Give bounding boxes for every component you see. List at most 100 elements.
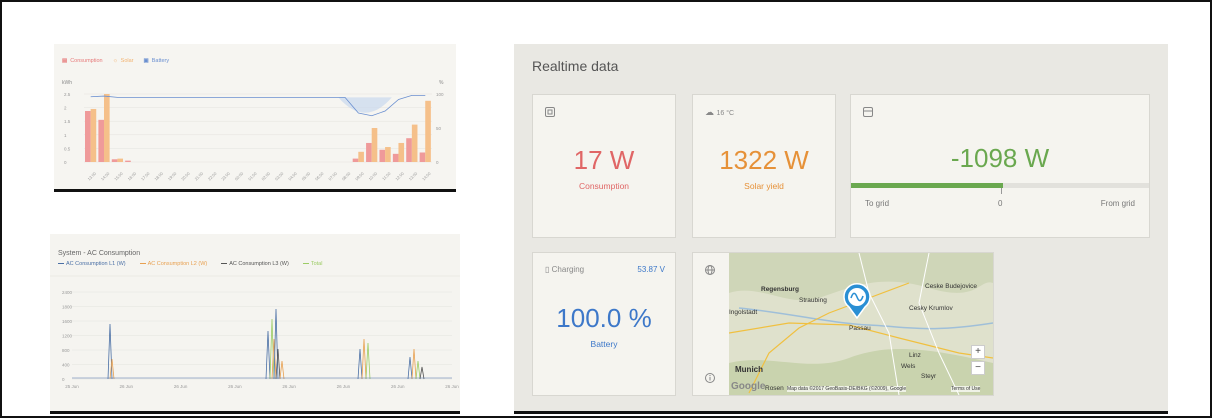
x-tick: 12:00 bbox=[394, 170, 405, 181]
consumption-spike bbox=[279, 360, 285, 380]
y-tick: 2400 bbox=[62, 290, 73, 295]
map-label-passau: Passau bbox=[849, 325, 871, 332]
plug-icon bbox=[545, 107, 555, 117]
consumption-bar bbox=[98, 119, 105, 162]
solar-label: Solar yield bbox=[744, 181, 784, 191]
grid-bar-zero-tick bbox=[1001, 188, 1002, 194]
battery-state: Charging bbox=[551, 265, 585, 274]
zoom-in-button[interactable]: + bbox=[971, 345, 985, 359]
x-tick: 04:00 bbox=[287, 170, 298, 181]
solar-bar bbox=[398, 142, 405, 162]
consumption-bar bbox=[125, 160, 131, 162]
ac-consumption-chart-panel: System - AC Consumption AC Consumption L… bbox=[50, 234, 460, 414]
y-tick-left: 2 bbox=[64, 106, 67, 111]
x-tick: 15:00 bbox=[113, 170, 124, 181]
y-tick-left: 2.5 bbox=[64, 92, 71, 97]
y-tick-left: 0 bbox=[64, 160, 67, 165]
battery-value: 100.0 % bbox=[556, 303, 652, 333]
x-tick: 26 Jun bbox=[174, 384, 188, 389]
x-tick: 23:00 bbox=[220, 170, 231, 181]
solar-bar bbox=[385, 147, 391, 162]
x-tick: 19:00 bbox=[167, 170, 178, 181]
x-tick: 06:00 bbox=[314, 170, 325, 181]
google-logo: Google bbox=[731, 381, 766, 392]
consumption-bar bbox=[419, 152, 426, 162]
y-tick-left: 1 bbox=[64, 133, 67, 138]
realtime-dashboard: Realtime data 17 W Consumption ☁ 16 °C 1… bbox=[514, 44, 1168, 414]
solar-bar bbox=[371, 128, 378, 162]
map-label-ingolstadt: Ingolstadt bbox=[729, 309, 758, 316]
y-tick-right: 50 bbox=[436, 126, 442, 131]
page-title: Realtime data bbox=[532, 58, 619, 74]
info-icon[interactable] bbox=[705, 373, 715, 383]
x-tick: 21:00 bbox=[194, 170, 205, 181]
consumption-value: 17 W bbox=[573, 145, 635, 175]
battery-card[interactable]: ▯ Charging 53.87 V 100.0 % Battery bbox=[532, 252, 676, 396]
x-tick: 10:00 bbox=[368, 170, 379, 181]
solar-bar bbox=[425, 100, 431, 162]
zoom-out-button[interactable]: − bbox=[971, 361, 985, 375]
x-tick: 26 Jun bbox=[391, 384, 405, 389]
x-tick: 26 Jun bbox=[228, 384, 242, 389]
consumption-spike bbox=[415, 360, 421, 380]
consumption-spike bbox=[361, 338, 367, 380]
consumption-spike bbox=[411, 348, 417, 380]
x-tick: 14:00 bbox=[421, 170, 432, 181]
x-tick: 02:00 bbox=[260, 170, 271, 181]
x-tick: 03:00 bbox=[274, 170, 285, 181]
map-label-straubing: Straubing bbox=[799, 297, 827, 304]
x-tick: 26 Jun bbox=[337, 384, 351, 389]
line-chart-svg: 2400 1800 1600 1200 800 400 025 Jun 26 Jun 26 Ju… bbox=[50, 275, 460, 389]
consumption-label: Consumption bbox=[578, 181, 630, 191]
battery-label: Battery bbox=[590, 339, 618, 349]
solar-value: 1322 W bbox=[719, 145, 809, 175]
consumption-spike bbox=[407, 356, 413, 380]
x-tick: 01:00 bbox=[247, 170, 258, 181]
location-pin-icon[interactable] bbox=[843, 283, 871, 324]
map-card: Regensburg Straubing Ingolstadt Passau M… bbox=[692, 252, 994, 396]
zero-label: 0 bbox=[998, 199, 1003, 208]
x-tick: 20:00 bbox=[180, 170, 191, 181]
x-tick: 22:00 bbox=[207, 170, 218, 181]
map-terms-link[interactable]: Terms of Use bbox=[951, 386, 981, 392]
y-tick-right: 0 bbox=[436, 160, 439, 165]
battery-range-area bbox=[338, 97, 392, 113]
x-tick: 14:00 bbox=[100, 170, 111, 181]
x-tick: 13:00 bbox=[408, 170, 419, 181]
consumption-bar bbox=[406, 138, 412, 162]
consumption-bar bbox=[111, 159, 118, 162]
x-tick: 08:00 bbox=[341, 170, 352, 181]
to-grid-label: To grid bbox=[865, 199, 890, 208]
battery-icon: ▯ bbox=[545, 265, 550, 274]
map-view[interactable]: Regensburg Straubing Ingolstadt Passau M… bbox=[729, 253, 993, 395]
map-attribution: Map data ©2017 GeoBasis-DE/BKG (©2009), … bbox=[787, 386, 907, 392]
consumption-spike bbox=[107, 323, 113, 380]
map-label-ceske-budejovice: Ceske Budejovice bbox=[925, 283, 978, 290]
consumption-spike bbox=[273, 308, 279, 380]
consumption-bar bbox=[352, 158, 359, 162]
grid-icon bbox=[863, 107, 873, 117]
x-tick: 09:00 bbox=[354, 170, 365, 181]
solar-card[interactable]: ☁ 16 °C 1322 W Solar yield bbox=[692, 94, 836, 238]
bar-chart-svg: kWh %2.521.510.5010050013:00 14:00 15:00 16:… bbox=[62, 80, 444, 181]
energy-bar-chart-panel: ▤ Consumption ☼ Solar ▣ Battery kWh% 2.5 2 1.5… bbox=[54, 44, 456, 192]
x-tick: 26 Jun bbox=[120, 384, 134, 389]
y-tick-left: 0.5 bbox=[64, 146, 71, 151]
x-tick: 17:00 bbox=[140, 170, 151, 181]
consumption-spike bbox=[357, 348, 363, 380]
weather-icon: ☁ 16 °C bbox=[705, 107, 735, 117]
y-tick: 1200 bbox=[62, 334, 73, 339]
y-tick: 1600 bbox=[62, 319, 73, 324]
x-tick: 00:00 bbox=[234, 170, 245, 181]
x-tick: 26 Jun bbox=[282, 384, 296, 389]
x-tick: 13:00 bbox=[86, 170, 97, 181]
map-label-cesky-krumlov: Cesky Krumlov bbox=[909, 305, 953, 312]
x-tick: 11:00 bbox=[381, 170, 392, 181]
grid-card[interactable]: -1098 W To grid 0 From grid bbox=[850, 94, 1150, 238]
consumption-card[interactable]: 17 W Consumption bbox=[532, 94, 676, 238]
y-tick: 800 bbox=[62, 348, 70, 353]
battery-voltage: 53.87 V bbox=[637, 265, 665, 274]
solar-bar bbox=[117, 158, 124, 162]
y-unit-left: kWh bbox=[62, 80, 72, 86]
map-label-munich: Munich bbox=[735, 365, 763, 374]
